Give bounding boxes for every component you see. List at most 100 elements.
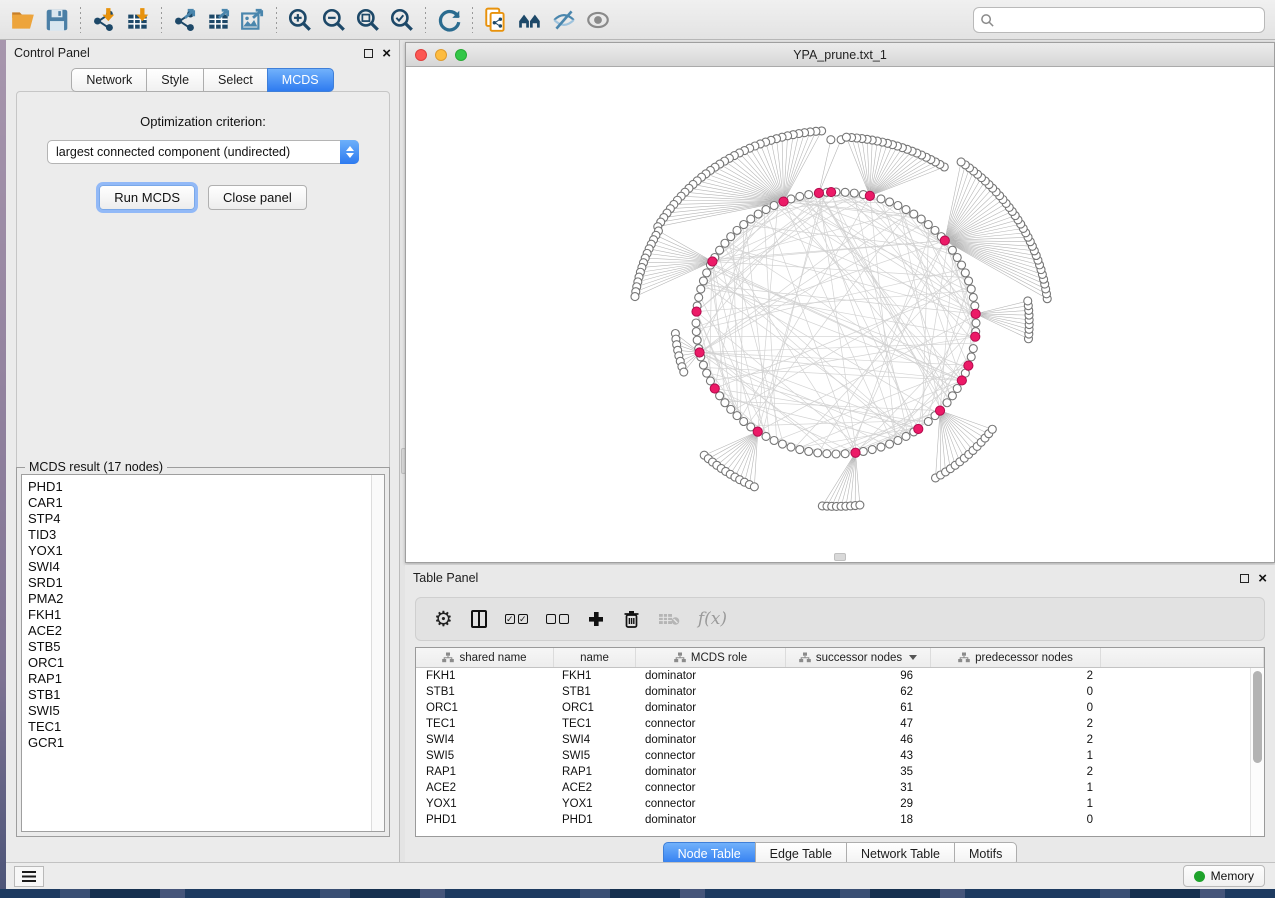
graph-node[interactable] — [721, 399, 729, 407]
graph-node[interactable] — [961, 269, 969, 277]
graph-node[interactable] — [953, 385, 961, 393]
graph-node[interactable] — [868, 446, 876, 454]
graph-node[interactable] — [708, 257, 717, 266]
graph-node[interactable] — [957, 158, 965, 166]
table-row[interactable]: SWI5SWI5connector431 — [416, 748, 1250, 764]
graph-node[interactable] — [902, 432, 910, 440]
hide-selected-button[interactable] — [547, 4, 581, 36]
graph-node[interactable] — [865, 191, 874, 200]
column-header-successor-nodes[interactable]: successor nodes — [786, 648, 931, 667]
delete-column-icon[interactable] — [623, 610, 640, 629]
graph-node[interactable] — [770, 436, 778, 444]
graph-node[interactable] — [733, 226, 741, 234]
graph-node[interactable] — [779, 197, 788, 206]
graph-node[interactable] — [953, 254, 961, 262]
table-row[interactable]: ACE2ACE2connector311 — [416, 780, 1250, 796]
graph-node[interactable] — [695, 348, 704, 357]
optimization-criterion-select[interactable]: largest connected component (undirected) — [47, 140, 359, 164]
graph-node[interactable] — [692, 319, 700, 327]
table-scrollbar-thumb[interactable] — [1253, 671, 1262, 763]
float-table-panel-icon[interactable] — [1240, 574, 1249, 583]
graph-node[interactable] — [877, 443, 885, 451]
graph-node[interactable] — [727, 405, 735, 413]
float-panel-icon[interactable] — [364, 49, 373, 58]
mcds-result-item[interactable]: YOX1 — [28, 543, 384, 559]
graph-node[interactable] — [958, 261, 966, 269]
graph-node[interactable] — [699, 361, 707, 369]
graph-node[interactable] — [754, 210, 762, 218]
close-panel-button[interactable]: Close panel — [208, 185, 307, 210]
graph-node[interactable] — [967, 353, 975, 361]
graph-node[interactable] — [969, 345, 977, 353]
mcds-result-item[interactable]: SRD1 — [28, 575, 384, 591]
graph-node[interactable] — [740, 417, 748, 425]
graph-node[interactable] — [914, 424, 923, 433]
graph-node[interactable] — [965, 277, 973, 285]
graph-node[interactable] — [827, 187, 836, 196]
network-graph[interactable] — [406, 67, 1274, 562]
save-session-button[interactable] — [40, 4, 74, 36]
graph-node[interactable] — [886, 440, 894, 448]
graph-node[interactable] — [814, 449, 822, 457]
graph-node[interactable] — [693, 336, 701, 344]
graph-node[interactable] — [805, 447, 813, 455]
graph-node[interactable] — [971, 309, 980, 318]
mcds-result-item[interactable]: PHD1 — [28, 479, 384, 495]
graph-node[interactable] — [988, 425, 996, 433]
mcds-list-scrollbar[interactable] — [371, 475, 384, 831]
mcds-result-item[interactable]: STB1 — [28, 687, 384, 703]
import-table-button[interactable] — [121, 4, 155, 36]
graph-node[interactable] — [814, 188, 823, 197]
table-row[interactable]: PHD1PHD1dominator180 — [416, 812, 1250, 828]
table-row[interactable]: YOX1YOX1connector291 — [416, 796, 1250, 812]
mcds-result-item[interactable]: SWI4 — [28, 559, 384, 575]
tab-style[interactable]: Style — [146, 68, 204, 92]
graph-node[interactable] — [721, 239, 729, 247]
search-box[interactable] — [973, 7, 1265, 33]
graph-node[interactable] — [969, 293, 977, 301]
table-settings-icon[interactable]: ⚙ — [434, 609, 453, 629]
table-row[interactable]: STB1STB1dominator620 — [416, 684, 1250, 700]
graph-node[interactable] — [703, 269, 711, 277]
add-column-icon[interactable] — [587, 610, 605, 628]
select-all-columns-icon[interactable]: ✓✓ — [505, 614, 528, 624]
tab-select[interactable]: Select — [203, 68, 268, 92]
graph-node[interactable] — [924, 417, 932, 425]
graph-node[interactable] — [747, 215, 755, 223]
graph-node[interactable] — [877, 195, 885, 203]
graph-node[interactable] — [680, 368, 688, 376]
mcds-result-item[interactable]: FKH1 — [28, 607, 384, 623]
graph-node[interactable] — [972, 319, 980, 327]
task-history-button[interactable] — [14, 866, 44, 887]
graph-node[interactable] — [740, 221, 748, 229]
zoom-out-button[interactable] — [317, 4, 351, 36]
mcds-result-item[interactable]: RAP1 — [28, 671, 384, 687]
mcds-result-item[interactable]: CAR1 — [28, 495, 384, 511]
table-row[interactable]: RAP1RAP1dominator352 — [416, 764, 1250, 780]
graph-node[interactable] — [859, 447, 867, 455]
graph-node[interactable] — [733, 412, 741, 420]
graph-node[interactable] — [1024, 297, 1032, 305]
mcds-result-item[interactable]: STB5 — [28, 639, 384, 655]
mcds-result-item[interactable]: PMA2 — [28, 591, 384, 607]
graph-node[interactable] — [770, 202, 778, 210]
close-panel-icon[interactable]: × — [382, 49, 391, 58]
export-image-button[interactable] — [236, 4, 270, 36]
export-table-button[interactable] — [202, 4, 236, 36]
graph-node[interactable] — [703, 369, 711, 377]
column-header-shared-name[interactable]: shared name — [416, 648, 554, 667]
apply-layout-button[interactable] — [432, 4, 466, 36]
mcds-result-item[interactable]: TEC1 — [28, 719, 384, 735]
zoom-in-button[interactable] — [283, 4, 317, 36]
first-neighbors-button[interactable] — [513, 4, 547, 36]
graph-node[interactable] — [894, 202, 902, 210]
zoom-selected-button[interactable] — [385, 4, 419, 36]
tab-mcds[interactable]: MCDS — [267, 68, 334, 92]
column-header-MCDS-role[interactable]: MCDS role — [636, 648, 786, 667]
graph-node[interactable] — [931, 226, 939, 234]
graph-node[interactable] — [917, 215, 925, 223]
graph-node[interactable] — [695, 293, 703, 301]
mcds-result-item[interactable]: ORC1 — [28, 655, 384, 671]
graph-node[interactable] — [762, 432, 770, 440]
graph-node[interactable] — [971, 302, 979, 310]
